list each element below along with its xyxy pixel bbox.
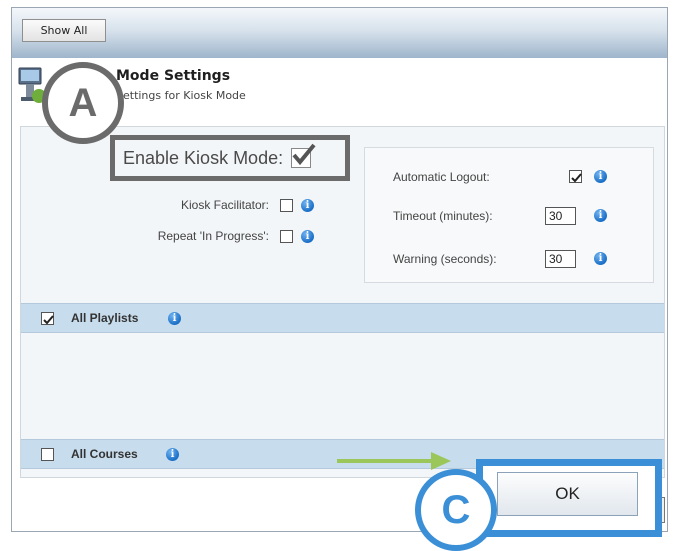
timeout-input[interactable]: 30 [545, 207, 576, 225]
warning-input[interactable]: 30 [545, 250, 576, 268]
warning-label: Warning (seconds): [393, 252, 497, 266]
all-courses-info-icon[interactable]: i [166, 448, 179, 461]
all-playlists-checkbox[interactable] [41, 312, 54, 325]
automatic-logout-info-icon[interactable]: i [594, 170, 607, 183]
enable-kiosk-highlight: Enable Kiosk Mode: [110, 135, 350, 181]
all-playlists-info-icon[interactable]: i [168, 312, 181, 325]
page-title: Mode Settings [116, 68, 231, 84]
page-subtitle: Settings for Kiosk Mode [116, 89, 246, 102]
kiosk-facilitator-info-icon[interactable]: i [301, 199, 314, 212]
timeout-label: Timeout (minutes): [393, 209, 493, 223]
kiosk-facilitator-label: Kiosk Facilitator: [180, 198, 269, 212]
annotation-a-badge: A [42, 62, 124, 144]
automatic-logout-checkbox[interactable] [569, 170, 582, 183]
show-all-button[interactable]: Show All [22, 19, 106, 42]
repeat-in-progress-checkbox[interactable] [280, 230, 293, 243]
ok-button[interactable]: OK [497, 472, 638, 516]
repeat-in-progress-info-icon[interactable]: i [301, 230, 314, 243]
logout-settings-panel: Automatic Logout: i Timeout (minutes): 3… [364, 147, 654, 283]
enable-kiosk-checkbox[interactable] [291, 143, 316, 168]
enable-kiosk-label: Enable Kiosk Mode: [123, 147, 284, 168]
top-toolbar: Show All [12, 8, 667, 58]
kiosk-facilitator-checkbox[interactable] [280, 199, 293, 212]
timeout-info-icon[interactable]: i [594, 209, 607, 222]
warning-info-icon[interactable]: i [594, 252, 607, 265]
repeat-in-progress-label: Repeat 'In Progress': [157, 229, 269, 243]
automatic-logout-label: Automatic Logout: [393, 170, 490, 184]
all-playlists-label: All Playlists [71, 311, 139, 325]
all-courses-label: All Courses [71, 447, 138, 461]
settings-content: Enable Kiosk Mode: Kiosk Facilitator: i … [20, 126, 665, 478]
playlists-list [21, 333, 664, 438]
all-playlists-bar: All Playlists i [21, 303, 664, 333]
green-arrow-annotation [337, 452, 451, 470]
all-courses-checkbox[interactable] [41, 448, 54, 461]
